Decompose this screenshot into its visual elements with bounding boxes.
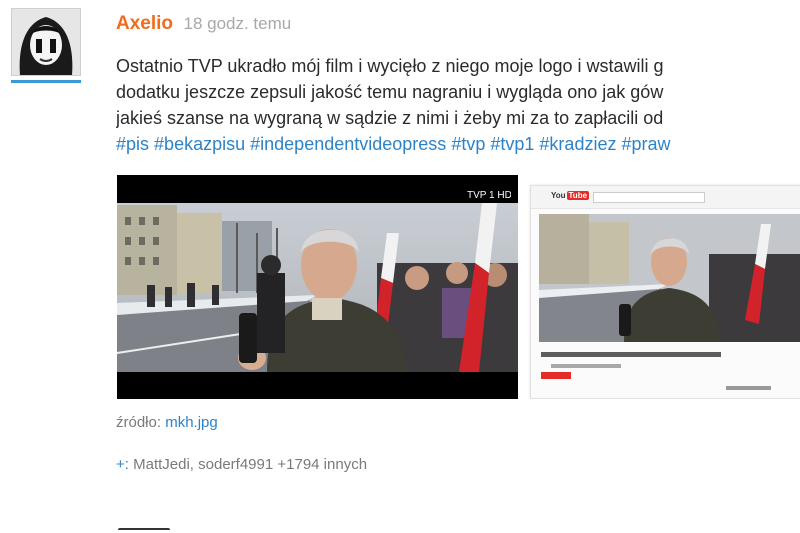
youtube-video-frame [539, 214, 800, 342]
entry-header: Axelio 18 godz. temu [116, 13, 291, 35]
youtube-logo-icon: You Tube [551, 191, 590, 200]
tag-praw[interactable]: #praw [621, 134, 670, 154]
tags-line: #pis #bekazpisu #independentvideopress #… [116, 131, 800, 157]
avatar[interactable] [11, 8, 81, 76]
youtube-channel-name [551, 364, 621, 368]
source-label: źródło: [116, 414, 162, 431]
tv-broadcast-frame: TVP 1 HD [117, 175, 518, 399]
avatar-image [12, 9, 80, 75]
youtube-screenshot: You Tube [530, 185, 800, 399]
youtube-video-photo [539, 214, 800, 342]
entry-body: Ostatnio TVP ukradło mój film i wycięło … [116, 53, 800, 157]
next-entry-avatar-edge [118, 528, 170, 533]
tag-kradziez[interactable]: #kradziez [539, 134, 616, 154]
source-link[interactable]: mkh.jpg [165, 414, 218, 431]
tag-pis[interactable]: #pis [116, 134, 149, 154]
voters-line: +: MattJedi, soderf4991 +1794 innych [116, 456, 367, 473]
youtube-subscribe-button [541, 372, 571, 379]
broadcast-photo [117, 203, 518, 372]
tag-tvp[interactable]: #tvp [451, 134, 485, 154]
voters-more[interactable]: +1794 innych [277, 456, 367, 473]
voters-list[interactable]: MattJedi, soderf4991 [133, 456, 273, 473]
youtube-toolbar: You Tube [531, 186, 800, 209]
youtube-video-title [541, 352, 721, 357]
youtube-view-count [726, 386, 771, 390]
tag-bekazpisu[interactable]: #bekazpisu [154, 134, 245, 154]
avatar-container[interactable] [11, 8, 81, 83]
youtube-search-field [593, 192, 705, 203]
plus-sign[interactable]: +: [116, 456, 129, 473]
tag-independentvideopress[interactable]: #independentvideopress [250, 134, 446, 154]
entry: Axelio 18 godz. temu Ostatnio TVP ukradł… [0, 0, 800, 533]
author-link[interactable]: Axelio [116, 13, 173, 34]
timestamp[interactable]: 18 godz. temu [183, 14, 291, 33]
svg-text:TVP 1 HD: TVP 1 HD [467, 190, 511, 201]
embedded-image[interactable]: TVP 1 HD You Tube [117, 175, 800, 399]
body-line: Ostatnio TVP ukradło mój film i wycięło … [116, 56, 664, 76]
tv-broadcast-scene [117, 203, 518, 372]
tv-channel-logo: TVP 1 HD [467, 190, 511, 201]
body-line: dodatku jeszcze zepsuli jakość temu nagr… [116, 82, 664, 102]
avatar-underline [11, 80, 81, 83]
body-line: jakieś szanse na wygraną w sądzie z nimi… [116, 108, 664, 128]
source-line: źródło: mkh.jpg [116, 414, 218, 431]
tag-tvp1[interactable]: #tvp1 [490, 134, 534, 154]
